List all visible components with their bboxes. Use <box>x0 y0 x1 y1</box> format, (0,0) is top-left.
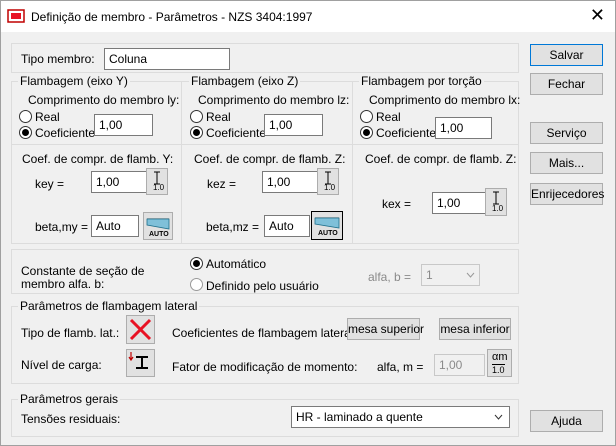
alpha-m-icon: αm <box>492 351 508 363</box>
key-label: key = <box>35 177 65 191</box>
beta-z-field[interactable]: Auto <box>264 215 310 237</box>
load-level-button[interactable] <box>126 349 155 377</box>
coef-header-x: Coef. de compr. de flamb. Z: <box>365 152 517 166</box>
kex-calc-button[interactable]: 1.0 <box>485 188 507 216</box>
beta-z-auto-button[interactable]: AUTO <box>311 211 343 240</box>
length-y-label: Comprimento do membro ly: <box>28 93 180 107</box>
buckling-y-title: Flambagem (eixo Y) <box>18 74 130 88</box>
lat-type-button[interactable] <box>126 315 155 344</box>
section-constant-label: Constante de seção de membro alfa. b: <box>21 264 145 291</box>
residual-stress-label: Tensões residuais: <box>21 412 121 426</box>
title-bar: Definição de membro - Parâmetros - NZS 3… <box>1 1 615 32</box>
kez-label: kez = <box>207 177 237 191</box>
coef-z-radio[interactable] <box>190 126 203 139</box>
save-button[interactable]: Salvar <box>530 44 603 66</box>
lat-coef-label: Coeficientes de flambagem lateral: <box>172 326 357 340</box>
dialog-window: Definição de membro - Parâmetros - NZS 3… <box>0 0 616 446</box>
beta-y-auto-button[interactable]: AUTO <box>143 212 173 240</box>
lateral-title: Parâmetros de flambagem lateral <box>18 299 200 313</box>
lat-type-label: Tipo de flamb. lat.: <box>21 326 120 340</box>
beam-section-icon <box>128 352 148 369</box>
general-title: Parâmetros gerais <box>18 392 121 406</box>
kez-calc-button[interactable]: 1.0 <box>317 168 339 195</box>
member-type-field[interactable]: Coluna <box>104 48 230 70</box>
auto-radio[interactable] <box>190 257 203 270</box>
torsion-title: Flambagem por torção <box>359 74 484 88</box>
help-button[interactable]: Ajuda <box>530 410 603 432</box>
coef-z-field[interactable]: 1,00 <box>264 114 323 136</box>
window-title: Definição de membro - Parâmetros - NZS 3… <box>31 10 313 24</box>
user-defined-radio[interactable] <box>190 278 203 291</box>
kex-label: kex = <box>382 197 412 211</box>
real-z-radio[interactable] <box>190 110 203 123</box>
residual-stress-select[interactable]: HR - laminado a quente <box>291 406 510 428</box>
key-calc-button[interactable]: 1.0 <box>146 168 168 195</box>
coef-y-field[interactable]: 1,00 <box>94 114 153 136</box>
residual-stress-value: HR - laminado a quente <box>296 410 423 424</box>
coef-x-field[interactable]: 1,00 <box>435 117 492 139</box>
upper-flange-button[interactable]: mesa superior <box>347 318 424 340</box>
real-x-radio[interactable] <box>360 110 373 123</box>
length-z-label: Comprimento do membro lz: <box>198 93 350 107</box>
alfa-m-label: alfa, m = <box>377 360 424 374</box>
real-x-label: Real <box>376 110 401 124</box>
length-x-label: Comprimento do membro lx: <box>369 93 521 107</box>
coef-header-z: Coef. de compr. de flamb. Z: <box>194 152 346 166</box>
key-field[interactable]: 1,00 <box>91 171 147 193</box>
coef-x-label: Coeficiente <box>376 126 437 140</box>
close-icon[interactable]: ✕ <box>590 6 605 24</box>
stiffeners-button[interactable]: Enrijecedores <box>530 183 604 205</box>
alfa-b-select[interactable]: 1 <box>421 264 480 286</box>
moment-diagram-icon <box>314 217 340 229</box>
alfa-b-label: alfa, b = <box>368 270 412 284</box>
lower-flange-button[interactable]: mesa inferior <box>439 318 511 340</box>
coef-header-y: Coef. de compr. de flamb. Y: <box>22 152 174 166</box>
kex-field[interactable]: 1,00 <box>432 192 488 214</box>
app-icon <box>7 9 25 23</box>
alfa-b-value: 1 <box>426 268 433 282</box>
real-y-label: Real <box>35 110 60 124</box>
real-y-radio[interactable] <box>19 110 32 123</box>
alfa-m-calc-button[interactable]: αm 1.0 <box>487 349 512 377</box>
real-z-label: Real <box>206 110 231 124</box>
close-button[interactable]: Fechar <box>530 73 603 95</box>
coef-y-label: Coeficiente <box>35 126 96 140</box>
alfa-m-field[interactable]: 1,00 <box>434 354 485 376</box>
load-level-label: Nível de carga: <box>21 358 102 372</box>
red-x-icon <box>129 318 152 341</box>
moment-factor-label: Fator de modificação de momento: <box>172 360 358 374</box>
user-defined-label: Definido pelo usuário <box>206 279 319 293</box>
kez-field[interactable]: 1,00 <box>262 171 318 193</box>
service-button[interactable]: Serviço <box>530 122 603 144</box>
beta-z-label: beta,mz = <box>206 220 260 234</box>
coef-z-label: Coeficiente <box>206 126 267 140</box>
beta-y-field[interactable]: Auto <box>91 215 139 237</box>
more-button[interactable]: Mais... <box>530 152 603 174</box>
beta-y-label: beta,my = <box>35 220 89 234</box>
chevron-down-icon <box>466 272 475 278</box>
moment-diagram-icon <box>146 218 170 230</box>
auto-label: Automático <box>206 257 267 271</box>
buckling-z-title: Flambagem (eixo Z) <box>189 74 301 88</box>
member-type-label: Tipo membro: <box>21 52 95 66</box>
coef-y-radio[interactable] <box>19 126 32 139</box>
coef-x-radio[interactable] <box>360 126 373 139</box>
chevron-down-icon <box>494 414 503 420</box>
